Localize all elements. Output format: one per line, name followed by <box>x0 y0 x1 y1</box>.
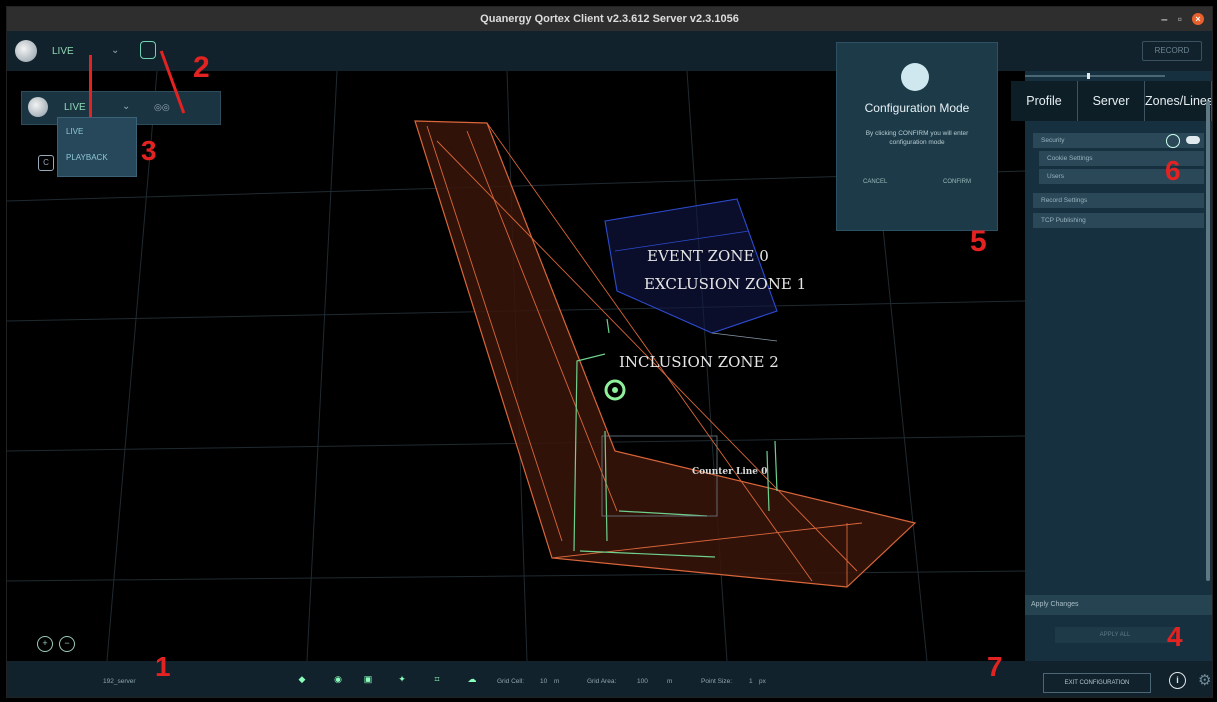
security-toggle[interactable] <box>1186 136 1200 144</box>
configuration-mode-dialog: Configuration Mode By clicking CONFIRM y… <box>836 42 998 231</box>
app-logo <box>15 40 37 62</box>
sensor-icon[interactable]: ✦ <box>397 674 407 684</box>
section-record-settings[interactable]: Record Settings <box>1033 193 1204 208</box>
settings-panel: Profile Server Zones/Lines Security Cook… <box>1011 71 1212 661</box>
annotation-number: 3 <box>141 135 157 166</box>
target-icon[interactable]: ◉ <box>333 674 343 684</box>
annotation-number: 6 <box>1165 155 1181 186</box>
popup-mode-label[interactable]: LIVE <box>64 102 86 113</box>
annotation-number: 1 <box>155 651 171 682</box>
layer-icon[interactable]: ◆ <box>297 674 307 684</box>
dropdown-option-live[interactable]: LIVE <box>58 120 136 144</box>
settings-tabs: Profile Server Zones/Lines <box>1011 81 1212 121</box>
section-tcp-publishing[interactable]: TCP Publishing <box>1033 213 1204 228</box>
tab-server[interactable]: Server <box>1078 81 1145 121</box>
tab-profile[interactable]: Profile <box>1011 81 1078 121</box>
window-controls: – ▫ × <box>1161 7 1204 31</box>
view-mode-icon[interactable] <box>140 41 156 59</box>
maximize-icon[interactable]: ▫ <box>1178 7 1182 31</box>
grid-area-input[interactable]: 100 <box>637 678 648 685</box>
panel-scrollbar[interactable] <box>1206 101 1210 581</box>
tab-zones-lines[interactable]: Zones/Lines <box>1145 81 1212 121</box>
zoom-in-icon[interactable]: + <box>37 636 53 652</box>
chevron-down-icon[interactable]: ⌄ <box>111 45 119 56</box>
point-size-label: Point Size: <box>701 678 733 685</box>
grid-cell-label: Grid Cell: <box>497 678 525 685</box>
dialog-message: By clicking CONFIRM you will enter confi… <box>865 130 969 146</box>
dialog-title: Configuration Mode <box>864 101 970 115</box>
info-icon[interactable]: i <box>1169 672 1186 689</box>
point-size-input[interactable]: 1 <box>749 678 753 685</box>
zone-label: EVENT ZONE 0 <box>647 247 769 265</box>
grid-area-label: Grid Area: <box>587 678 617 685</box>
annotation-number: 5 <box>970 225 987 258</box>
record-button[interactable]: RECORD <box>1142 41 1202 61</box>
top-toolbar: LIVE ⌄ RECORD <box>7 31 1212 71</box>
exclusion-zone-shape <box>604 198 778 342</box>
view-icon[interactable]: ◎◎ <box>154 102 170 113</box>
mode-selector-label[interactable]: LIVE <box>52 46 74 57</box>
dropdown-option-playback[interactable]: PLAYBACK <box>58 146 136 170</box>
panel-slider[interactable] <box>1025 73 1165 79</box>
cancel-button[interactable]: CANCEL <box>863 179 887 185</box>
annotation-number: 4 <box>1167 621 1183 652</box>
frame-icon[interactable]: ⌗ <box>432 674 442 684</box>
bottom-status-bar: 192_server ◆ ◉ ▣ ✦ ⌗ ☁ Grid Cell: 10 m G… <box>7 661 1212 697</box>
chevron-down-icon[interactable]: ⌄ <box>122 101 130 112</box>
camera-icon[interactable]: ▣ <box>363 674 373 684</box>
gear-icon[interactable]: ⚙ <box>1198 671 1211 689</box>
grid-cell-input[interactable]: 10 <box>540 678 547 685</box>
apply-changes-header: Apply Changes <box>1025 595 1212 615</box>
configuration-icon <box>901 63 929 91</box>
annotation-pointer <box>89 55 92 117</box>
mode-dropdown: LIVE PLAYBACK <box>57 117 137 177</box>
annotation-number: 7 <box>987 651 1003 682</box>
section-security[interactable]: Security <box>1033 133 1204 148</box>
point-size-unit: px <box>759 678 766 685</box>
window-title: Quanergy Qortex Client v2.3.612 Server v… <box>480 13 739 25</box>
reset-view-icon[interactable]: C <box>38 155 54 171</box>
server-name: 192_server <box>103 678 136 685</box>
grid-cell-unit: m <box>554 678 560 685</box>
confirm-button[interactable]: CONFIRM <box>943 179 971 185</box>
cloud-icon[interactable]: ☁ <box>467 674 477 684</box>
grid-area-unit: m <box>667 678 673 685</box>
shield-icon[interactable] <box>1166 134 1180 148</box>
counter-line-label: Counter Line 0 <box>692 467 768 477</box>
apply-all-button[interactable]: APPLY ALL <box>1055 627 1175 643</box>
title-bar: Quanergy Qortex Client v2.3.612 Server v… <box>7 7 1212 31</box>
exit-configuration-button[interactable]: EXIT CONFIGURATION <box>1043 673 1151 693</box>
zone-label: INCLUSION ZONE 2 <box>619 353 779 371</box>
section-label: Security <box>1041 137 1065 144</box>
app-window: Quanergy Qortex Client v2.3.612 Server v… <box>6 6 1213 698</box>
zoom-out-icon[interactable]: − <box>59 636 75 652</box>
close-icon[interactable]: × <box>1192 13 1204 25</box>
minimize-icon[interactable]: – <box>1161 7 1168 31</box>
zone-label: EXCLUSION ZONE 1 <box>644 275 807 293</box>
app-logo <box>28 97 48 117</box>
annotation-number: 2 <box>193 51 210 84</box>
